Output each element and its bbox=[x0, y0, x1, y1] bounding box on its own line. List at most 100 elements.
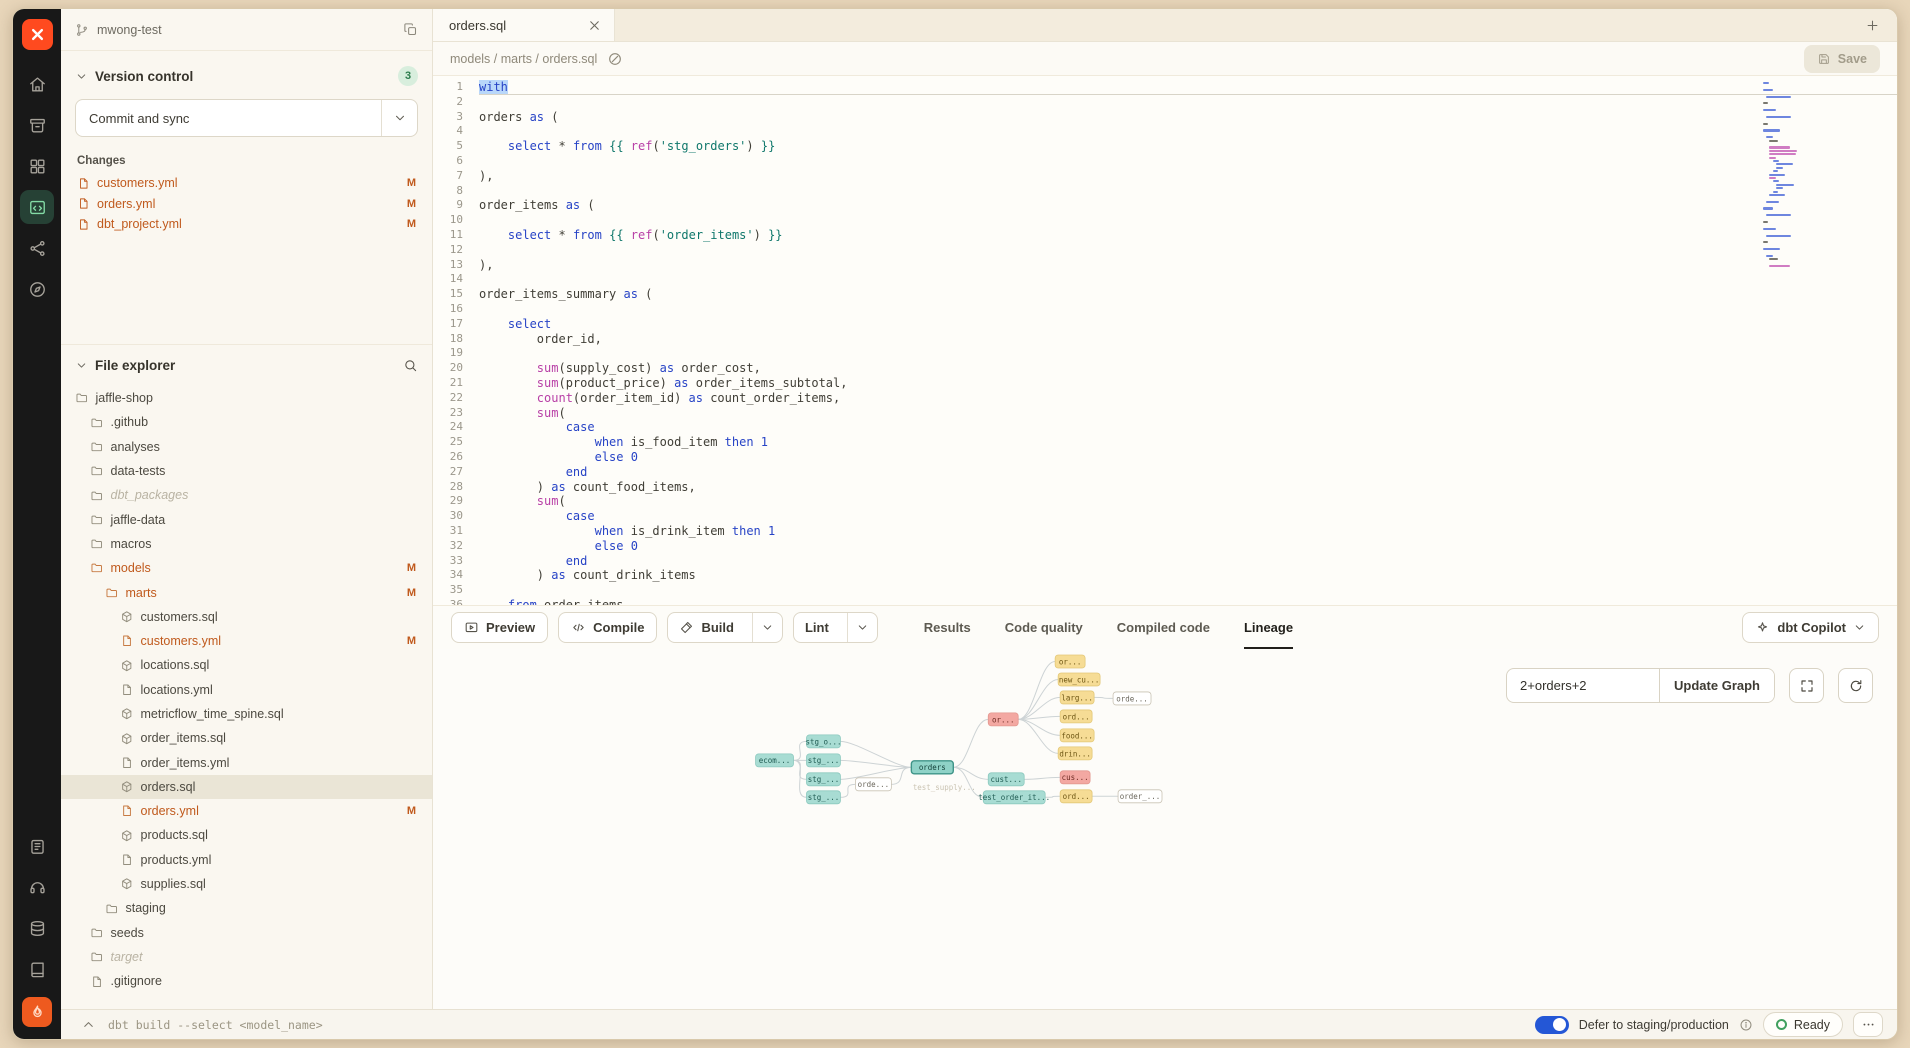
nav-warehouse[interactable] bbox=[20, 911, 54, 945]
file-explorer-header[interactable]: File explorer bbox=[61, 349, 432, 382]
new-tab-button[interactable] bbox=[1859, 12, 1885, 38]
lineage-node[interactable]: ord... bbox=[1060, 710, 1092, 723]
nav-library[interactable] bbox=[20, 952, 54, 986]
lineage-canvas[interactable]: ecom...stg_o...stg_...stg_...stg_...orde… bbox=[433, 649, 1897, 1009]
code-editor[interactable]: 1with23orders as (45 select * from {{ re… bbox=[433, 76, 1897, 605]
tab-results[interactable]: Results bbox=[924, 606, 971, 649]
command-input[interactable]: dbt build --select <model_name> bbox=[108, 1018, 323, 1032]
build-main-button[interactable]: Build bbox=[668, 613, 745, 642]
close-icon[interactable] bbox=[587, 18, 602, 33]
tab-compiled-code[interactable]: Compiled code bbox=[1117, 606, 1210, 649]
file-tree-item[interactable]: analyses bbox=[61, 435, 432, 459]
nav-apps[interactable] bbox=[20, 149, 54, 183]
lint-options-button[interactable] bbox=[847, 613, 877, 642]
lineage-node[interactable]: larg... bbox=[1060, 691, 1094, 704]
file-tree-item[interactable]: customers.sql bbox=[61, 605, 432, 629]
lineage-node[interactable]: orde... bbox=[1113, 692, 1151, 705]
file-tree-item[interactable]: products.yml bbox=[61, 848, 432, 872]
lineage-node[interactable]: orde... bbox=[855, 778, 891, 791]
commit-and-sync-button[interactable]: Commit and sync bbox=[75, 99, 418, 137]
save-button[interactable]: Save bbox=[1804, 45, 1880, 73]
project-selector[interactable]: mwong-test bbox=[61, 9, 432, 51]
nav-projects[interactable] bbox=[20, 108, 54, 142]
file-tree-item[interactable]: orders.ymlM bbox=[61, 799, 432, 823]
commit-options-button[interactable] bbox=[381, 100, 417, 136]
file-tree-item[interactable]: data-tests bbox=[61, 459, 432, 483]
search-icon[interactable] bbox=[403, 358, 418, 373]
tab-orders-sql[interactable]: orders.sql bbox=[433, 9, 615, 41]
changed-file-item[interactable]: orders.ymlM bbox=[61, 194, 432, 215]
expand-command-bar-button[interactable] bbox=[81, 1017, 96, 1032]
copy-icon[interactable] bbox=[403, 22, 418, 37]
file-tree-item[interactable]: seeds bbox=[61, 921, 432, 945]
open-compiled-icon[interactable] bbox=[607, 51, 623, 67]
lineage-node[interactable]: orders bbox=[911, 761, 953, 774]
lineage-selector-input[interactable] bbox=[1507, 669, 1659, 702]
lineage-node[interactable]: food... bbox=[1060, 729, 1094, 742]
file-tree-item[interactable]: target bbox=[61, 945, 432, 969]
lineage-node[interactable]: order_... bbox=[1118, 790, 1162, 803]
changed-file-item[interactable]: dbt_project.ymlM bbox=[61, 214, 432, 235]
file-tree-item[interactable]: products.sql bbox=[61, 823, 432, 847]
more-options-button[interactable] bbox=[1853, 1012, 1883, 1037]
dbt-logo[interactable] bbox=[22, 19, 53, 50]
info-icon[interactable] bbox=[1739, 1018, 1753, 1032]
lineage-node[interactable]: stg_... bbox=[806, 754, 840, 767]
dbt-copilot-button[interactable]: dbt Copilot bbox=[1742, 612, 1879, 643]
lineage-node[interactable]: ord... bbox=[1060, 790, 1092, 803]
file-tree-item[interactable]: jaffle-data bbox=[61, 507, 432, 531]
user-avatar[interactable] bbox=[22, 997, 52, 1027]
lineage-node[interactable]: cus... bbox=[1060, 771, 1090, 784]
tab-lineage[interactable]: Lineage bbox=[1244, 606, 1293, 649]
lineage-node[interactable]: cust... bbox=[988, 773, 1024, 786]
lineage-node[interactable]: new_cu... bbox=[1058, 673, 1100, 686]
file-tree-item[interactable]: locations.sql bbox=[61, 653, 432, 677]
nav-explore[interactable] bbox=[20, 272, 54, 306]
build-options-button[interactable] bbox=[752, 613, 782, 642]
file-tree-item[interactable]: .github bbox=[61, 410, 432, 434]
nav-support[interactable] bbox=[20, 870, 54, 904]
file-tree-item[interactable]: jaffle-shop bbox=[61, 386, 432, 410]
nav-home[interactable] bbox=[20, 67, 54, 101]
nav-develop[interactable] bbox=[20, 190, 54, 224]
lineage-node[interactable]: ecom... bbox=[756, 754, 794, 767]
version-control-header[interactable]: Version control 3 bbox=[61, 57, 432, 95]
lint-button[interactable]: Lint bbox=[793, 612, 878, 643]
lineage-node[interactable]: test_supply... bbox=[913, 783, 976, 792]
lineage-node[interactable]: or... bbox=[988, 713, 1018, 726]
fullscreen-button[interactable] bbox=[1789, 668, 1824, 703]
file-tree-item[interactable]: supplies.sql bbox=[61, 872, 432, 896]
minimap[interactable] bbox=[1763, 82, 1841, 267]
lineage-node[interactable]: stg_... bbox=[806, 791, 840, 804]
file-tree-item[interactable]: orders.sql bbox=[61, 775, 432, 799]
chevron-down-icon[interactable] bbox=[75, 359, 88, 372]
refresh-button[interactable] bbox=[1838, 668, 1873, 703]
changed-file-item[interactable]: customers.ymlM bbox=[61, 173, 432, 194]
preview-button[interactable]: Preview bbox=[451, 612, 548, 643]
file-tree-item[interactable]: customers.ymlM bbox=[61, 629, 432, 653]
file-tree-item[interactable]: macros bbox=[61, 532, 432, 556]
update-graph-button[interactable]: Update Graph bbox=[1659, 669, 1774, 702]
file-tree-item[interactable]: modelsM bbox=[61, 556, 432, 580]
lineage-node[interactable]: stg_... bbox=[806, 773, 840, 786]
defer-toggle[interactable] bbox=[1535, 1016, 1569, 1034]
file-tree-item[interactable]: martsM bbox=[61, 580, 432, 604]
lineage-node[interactable]: drin... bbox=[1058, 747, 1092, 760]
build-button[interactable]: Build bbox=[667, 612, 783, 643]
file-tree-item[interactable]: order_items.yml bbox=[61, 750, 432, 774]
lineage-node[interactable]: or... bbox=[1055, 655, 1085, 668]
file-tree-item[interactable]: order_items.sql bbox=[61, 726, 432, 750]
file-tree-item[interactable]: staging bbox=[61, 896, 432, 920]
lineage-node[interactable]: test_order_it... bbox=[978, 791, 1050, 804]
lineage-node[interactable]: stg_o... bbox=[805, 735, 841, 748]
file-tree-item[interactable]: metricflow_time_spine.sql bbox=[61, 702, 432, 726]
chevron-down-icon[interactable] bbox=[75, 70, 88, 83]
nav-deploy[interactable] bbox=[20, 231, 54, 265]
file-tree-item[interactable]: .gitignore bbox=[61, 969, 432, 993]
file-tree-item[interactable]: locations.yml bbox=[61, 678, 432, 702]
nav-docs[interactable] bbox=[20, 829, 54, 863]
compile-button[interactable]: Compile bbox=[558, 612, 657, 643]
lint-main-button[interactable]: Lint bbox=[794, 613, 840, 642]
file-tree-item[interactable]: dbt_packages bbox=[61, 483, 432, 507]
tab-code-quality[interactable]: Code quality bbox=[1005, 606, 1083, 649]
